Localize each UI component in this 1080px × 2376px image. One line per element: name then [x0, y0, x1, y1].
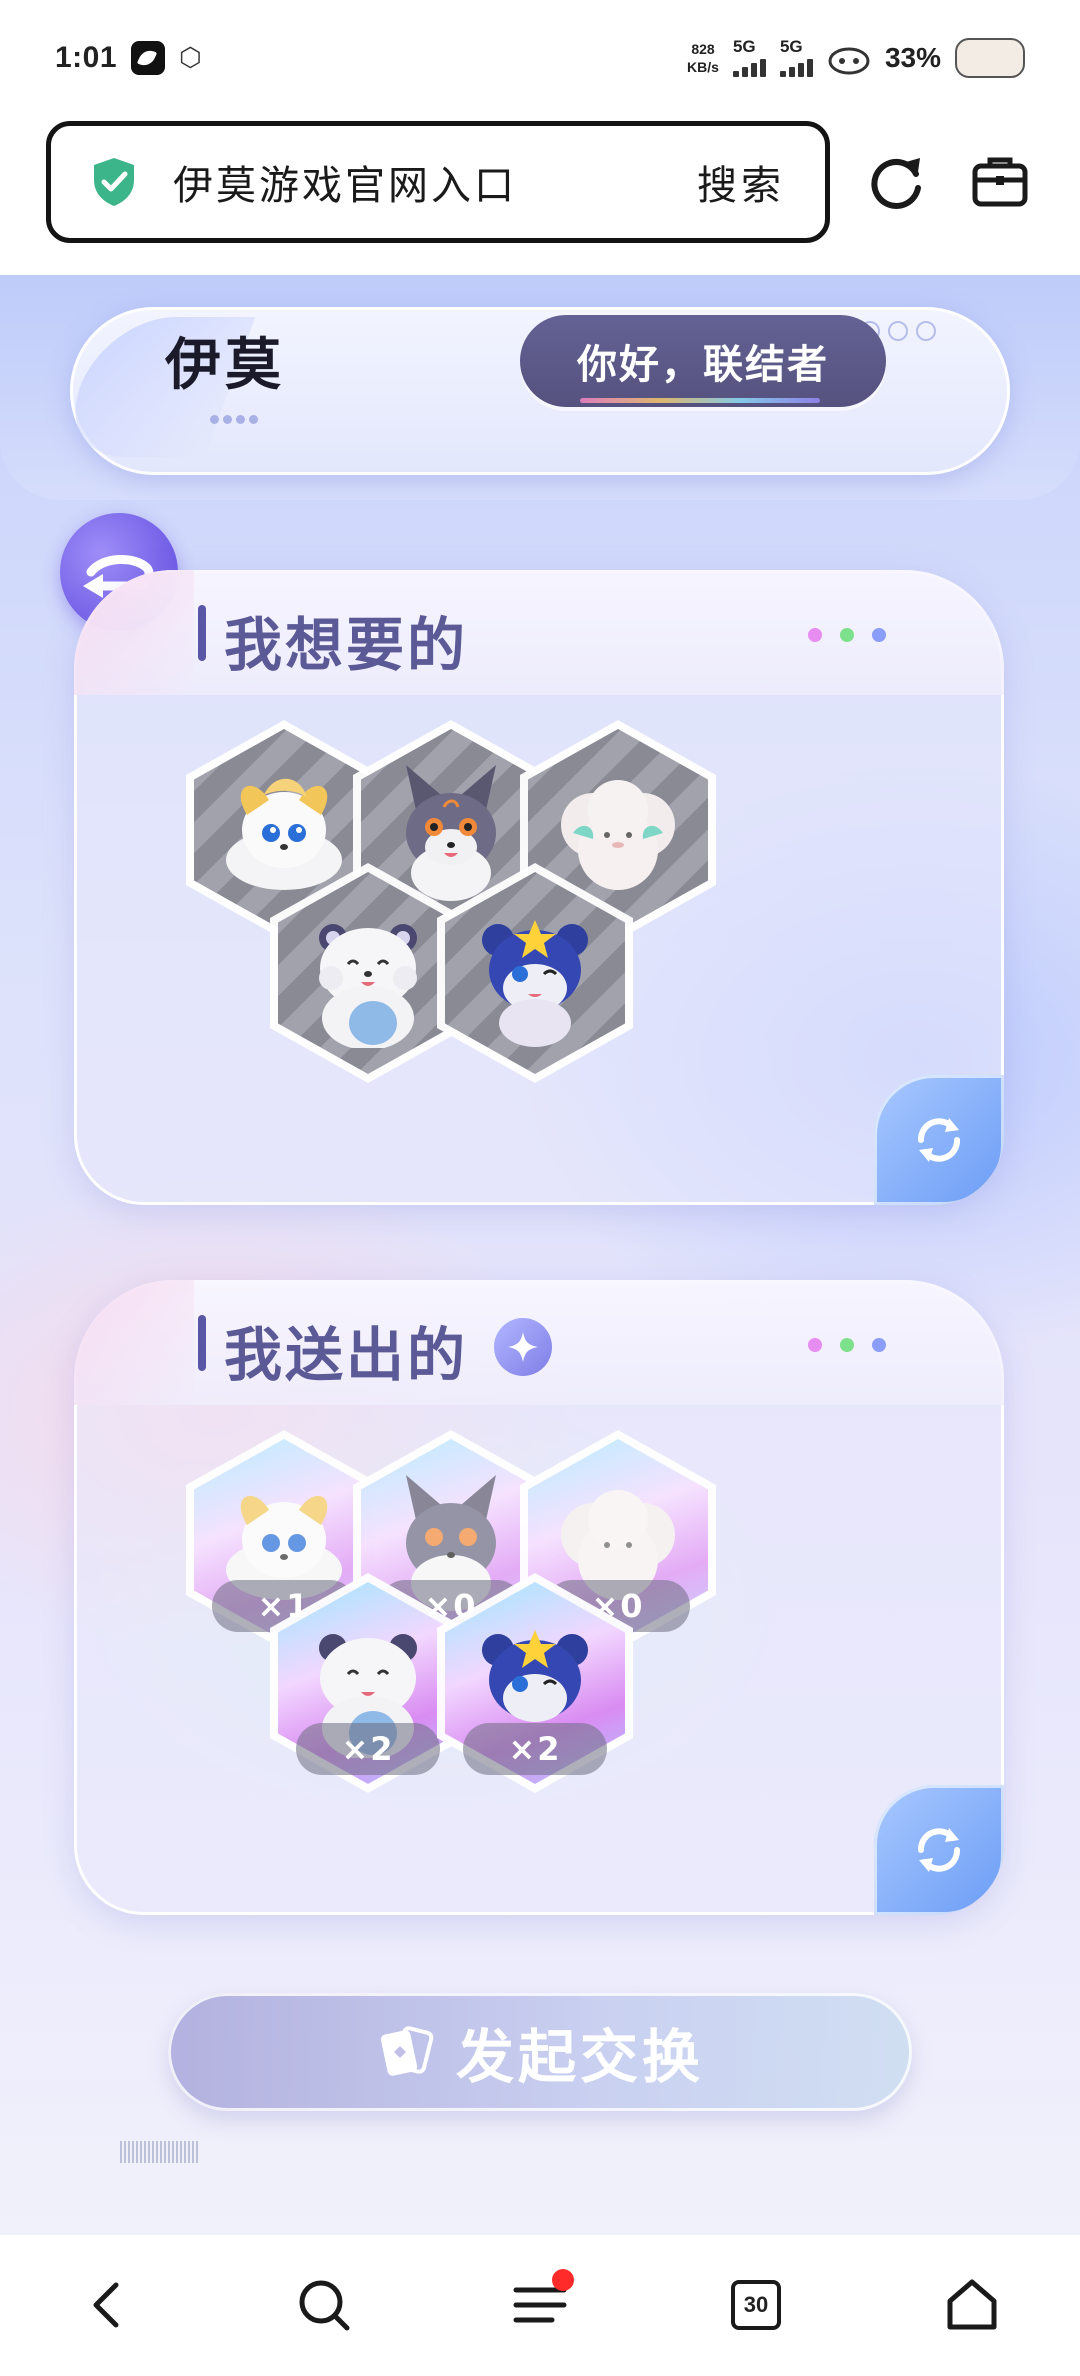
logo-dots — [210, 415, 258, 424]
signal-1: 5G — [732, 37, 766, 77]
status-right-group: 828 KB/s 5G 5G 33% — [687, 37, 1025, 78]
app-notification-icon — [131, 40, 166, 75]
greeting-badge[interactable]: 你好，联结者 — [520, 315, 886, 407]
signal-bars-icon — [732, 55, 766, 77]
status-bar: 1:01 ⬡ 828 KB/s 5G 5G 33% — [0, 0, 1080, 115]
sparkle-icon[interactable] — [494, 1318, 552, 1376]
want-refresh-button[interactable] — [874, 1075, 1004, 1205]
nav-home-button[interactable] — [942, 2275, 1002, 2335]
browser-toolbar: 伊莫游戏官网入口 搜索 — [0, 115, 1080, 275]
logo-text: 伊莫 — [165, 331, 285, 398]
network-speed-value: 828 — [691, 40, 715, 57]
tab-count: 30 — [731, 2280, 781, 2330]
title-accent-bar — [198, 605, 206, 661]
swap-refresh-icon — [918, 1118, 960, 1162]
nav-tabs-button[interactable]: 30 — [726, 2275, 786, 2335]
toolbox-icon[interactable] — [970, 152, 1030, 212]
give-refresh-button[interactable] — [874, 1785, 1004, 1915]
want-title: 我想要的 — [224, 611, 469, 679]
notification-dot — [552, 2269, 574, 2291]
refresh-icon[interactable] — [868, 152, 928, 212]
browser-bottom-nav: 30 — [0, 2235, 1080, 2376]
start-exchange-button[interactable]: 发起交换 — [168, 1993, 912, 2111]
nav-menu-button[interactable] — [510, 2269, 574, 2335]
network-speed: 828 KB/s — [687, 40, 719, 76]
footer-decoration — [20, 2135, 440, 2215]
greeting-text: 你好，联结者 — [577, 342, 829, 388]
blue-star-squirrel-creature-icon — [482, 920, 588, 1047]
wifi-cloud-icon — [828, 47, 870, 74]
four-point-star-icon — [508, 1332, 538, 1362]
home-icon — [947, 2279, 997, 2330]
nav-search-button[interactable] — [294, 2275, 354, 2335]
network-speed-unit: KB/s — [687, 58, 719, 75]
title-accent-bar — [198, 1315, 206, 1371]
address-text[interactable]: 伊莫游戏官网入口 — [173, 153, 517, 211]
signal-bars-icon — [779, 55, 813, 77]
signal-2-label: 5G — [779, 37, 803, 56]
white-bear-creature-icon — [319, 924, 417, 1048]
exchange-label: 发起交换 — [455, 2023, 704, 2091]
cube-icon: ⬡ — [179, 42, 202, 72]
signal-2: 5G — [779, 37, 813, 77]
count-badge: ×2 — [296, 1723, 440, 1775]
card-trade-icon — [380, 2026, 434, 2076]
card-dots — [808, 1338, 886, 1352]
status-time: 1:01 — [55, 40, 118, 74]
battery-percentage: 33% — [884, 41, 941, 73]
want-card: 我想要的 — [74, 570, 1004, 1205]
card-dots — [808, 628, 886, 642]
barcode-decoration — [120, 2141, 200, 2163]
shield-check-icon — [94, 158, 134, 206]
give-slot-5[interactable]: ×2 — [437, 1573, 633, 1793]
give-card: 我送出的 ×1 ×0 ×0 ×2 ×2 — [74, 1280, 1004, 1915]
give-title: 我送出的 — [224, 1321, 469, 1389]
web-content: 伊莫 你好，联结者 我想要的 我送出的 ×1 ×0 ×0 ×2 ×2 发起交换 — [0, 275, 1080, 2235]
chevron-left-icon — [93, 2282, 119, 2328]
count-badge: ×2 — [463, 1723, 607, 1775]
search-button[interactable]: 搜索 — [697, 153, 785, 211]
address-bar[interactable]: 伊莫游戏官网入口 搜索 — [46, 121, 830, 243]
want-slot-5[interactable] — [437, 863, 633, 1083]
search-icon — [299, 2280, 350, 2331]
game-logo: 伊莫 — [165, 320, 285, 400]
swap-refresh-icon — [918, 1828, 960, 1872]
battery-cat-icon — [955, 37, 1025, 78]
nav-back-button[interactable] — [76, 2275, 136, 2335]
signal-1-label: 5G — [732, 37, 756, 56]
exchange-page: 伊莫 你好，联结者 我想要的 我送出的 ×1 ×0 ×0 ×2 ×2 发起交换 — [0, 275, 1080, 2235]
